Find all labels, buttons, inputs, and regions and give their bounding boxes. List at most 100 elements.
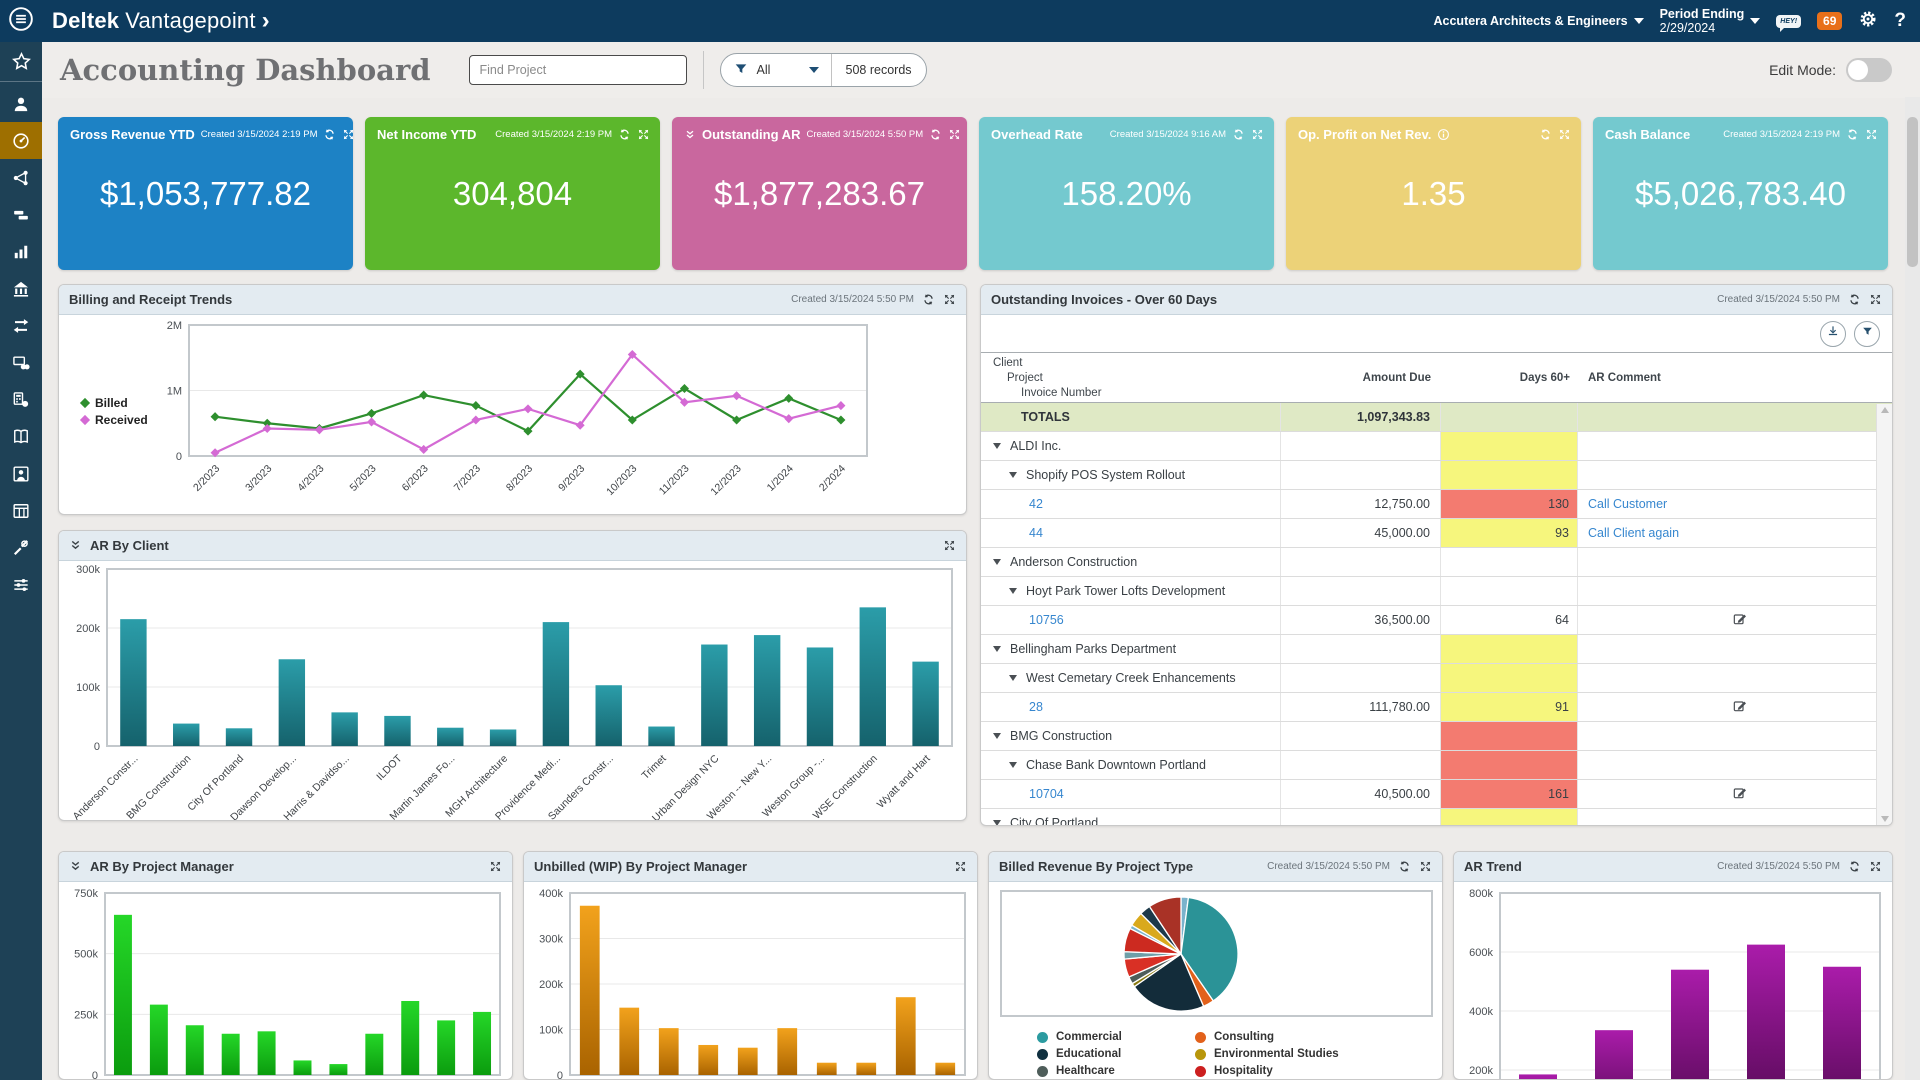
dashboard-filter[interactable]: All 508 records	[720, 53, 927, 87]
period-selector[interactable]: Period Ending2/29/2024	[1660, 7, 1761, 35]
column-header-client[interactable]: Client	[993, 356, 1281, 371]
expand-icon[interactable]	[637, 128, 650, 141]
refresh-icon[interactable]	[1539, 128, 1552, 141]
invoice-number-link[interactable]: 28	[1029, 700, 1043, 714]
collapse-chevron-icon[interactable]	[69, 539, 82, 552]
invoice-number-link[interactable]: 44	[1029, 526, 1043, 540]
table-row[interactable]: BMG Construction	[981, 722, 1892, 751]
expand-icon[interactable]	[1869, 293, 1882, 306]
expand-icon[interactable]	[954, 860, 967, 873]
expand-icon[interactable]	[1865, 128, 1878, 141]
company-selector[interactable]: Accutera Architects & Engineers	[1434, 14, 1644, 28]
invoice-number-link[interactable]: 42	[1029, 497, 1043, 511]
row-collapse-caret[interactable]	[1009, 472, 1017, 478]
kpi-card-outstanding-ar[interactable]: Outstanding ARCreated 3/15/2024 5:50 PM$…	[672, 117, 967, 270]
menu-icon[interactable]	[8, 6, 34, 37]
export-icon[interactable]	[1826, 324, 1840, 343]
edit-comment-icon[interactable]	[1732, 785, 1748, 804]
kpi-card-op-profit-on-net-rev-[interactable]: Op. Profit on Net Rev.1.35	[1286, 117, 1581, 270]
sidebar-item-billing[interactable]	[0, 344, 42, 381]
kpi-card-gross-revenue-ytd[interactable]: Gross Revenue YTDCreated 3/15/2024 2:19 …	[58, 117, 353, 270]
table-row[interactable]: Bellingham Parks Department	[981, 635, 1892, 664]
table-row[interactable]: 28111,780.0091	[981, 693, 1892, 722]
expand-icon[interactable]	[1558, 128, 1571, 141]
row-collapse-caret[interactable]	[1009, 675, 1017, 681]
table-row[interactable]: City Of Portland	[981, 809, 1892, 826]
table-row[interactable]: West Cemetary Creek Enhancements	[981, 664, 1892, 693]
find-project-input[interactable]	[469, 55, 687, 85]
sidebar-item-projects[interactable]	[0, 196, 42, 233]
row-collapse-caret[interactable]	[993, 646, 1001, 652]
row-collapse-caret[interactable]	[993, 559, 1001, 565]
ar-comment-link[interactable]: Call Client again	[1588, 526, 1679, 540]
sidebar-item-resource-management[interactable]	[0, 455, 42, 492]
edit-comment-icon[interactable]	[1732, 698, 1748, 717]
table-row[interactable]: ALDI Inc.	[981, 432, 1892, 461]
invoice-number-link[interactable]: 10756	[1029, 613, 1064, 627]
column-header-project[interactable]: Project	[993, 371, 1281, 386]
expand-icon[interactable]	[943, 293, 956, 306]
gear-icon[interactable]	[1858, 9, 1878, 34]
invoice-number-link[interactable]: 10704	[1029, 787, 1064, 801]
sidebar-item-my-stuff[interactable]	[0, 85, 42, 122]
refresh-icon[interactable]	[1846, 128, 1859, 141]
expand-icon[interactable]	[1419, 860, 1432, 873]
sidebar-item-collaboration[interactable]	[0, 159, 42, 196]
sidebar-item-dashboards[interactable]	[0, 122, 42, 159]
expand-icon[interactable]	[1251, 128, 1264, 141]
expand-icon[interactable]	[489, 860, 502, 873]
row-collapse-caret[interactable]	[1009, 762, 1017, 768]
messages-icon[interactable]: HEY!	[1776, 15, 1801, 28]
sidebar-item-ledger[interactable]	[0, 418, 42, 455]
edit-comment-icon[interactable]	[1732, 611, 1748, 630]
table-row[interactable]: 4445,000.0093Call Client again	[981, 519, 1892, 548]
info-icon[interactable]	[1437, 128, 1450, 141]
kpi-card-net-income-ytd[interactable]: Net Income YTDCreated 3/15/2024 2:19 PM3…	[365, 117, 660, 270]
table-row[interactable]: 4212,750.00130Call Customer	[981, 490, 1892, 519]
sidebar-item-reports[interactable]	[0, 233, 42, 270]
refresh-icon[interactable]	[1848, 860, 1861, 873]
sidebar-item-purchasing[interactable]	[0, 492, 42, 529]
column-header-amount-due[interactable]: Amount Due	[1281, 353, 1441, 402]
row-collapse-caret[interactable]	[1009, 588, 1017, 594]
expand-icon[interactable]	[342, 128, 355, 141]
notification-badge[interactable]: 69	[1817, 12, 1842, 30]
expand-icon[interactable]	[948, 128, 961, 141]
column-header-ar-comment[interactable]: AR Comment	[1578, 353, 1876, 402]
refresh-icon[interactable]	[618, 128, 631, 141]
row-collapse-caret[interactable]	[993, 733, 1001, 739]
refresh-icon[interactable]	[922, 293, 935, 306]
table-row[interactable]: 1075636,500.0064	[981, 606, 1892, 635]
refresh-icon[interactable]	[1848, 293, 1861, 306]
kpi-card-cash-balance[interactable]: Cash BalanceCreated 3/15/2024 2:19 PM$5,…	[1593, 117, 1888, 270]
sidebar-item-transactions[interactable]	[0, 307, 42, 344]
table-row[interactable]: 1070440,500.00161	[981, 780, 1892, 809]
column-header-invoice-number[interactable]: Invoice Number	[993, 386, 1281, 401]
collapse-chevron-icon[interactable]	[684, 129, 696, 141]
table-row[interactable]: Shopify POS System Rollout	[981, 461, 1892, 490]
table-row[interactable]: Chase Bank Downtown Portland	[981, 751, 1892, 780]
grid-filter-icon[interactable]	[1861, 325, 1874, 343]
column-header-days-60[interactable]: Days 60+	[1441, 353, 1578, 402]
sidebar-item-expenses[interactable]	[0, 381, 42, 418]
table-scrollbar[interactable]	[1876, 404, 1892, 825]
help-icon[interactable]: ?	[1894, 10, 1906, 32]
refresh-icon[interactable]	[1398, 860, 1411, 873]
sidebar-item-settings[interactable]	[0, 566, 42, 603]
refresh-icon[interactable]	[1232, 128, 1245, 141]
refresh-icon[interactable]	[323, 128, 336, 141]
ar-comment-link[interactable]: Call Customer	[1588, 497, 1667, 511]
row-collapse-caret[interactable]	[993, 443, 1001, 449]
edit-mode-toggle[interactable]	[1846, 58, 1892, 82]
row-collapse-caret[interactable]	[993, 820, 1001, 826]
expand-icon[interactable]	[1869, 860, 1882, 873]
kpi-card-overhead-rate[interactable]: Overhead RateCreated 3/15/2024 9:16 AM15…	[979, 117, 1274, 270]
table-row[interactable]: Anderson Construction	[981, 548, 1892, 577]
refresh-icon[interactable]	[929, 128, 942, 141]
sidebar-item-utilities[interactable]	[0, 529, 42, 566]
sidebar-item-accounting[interactable]	[0, 270, 42, 307]
collapse-chevron-icon[interactable]	[69, 860, 82, 873]
page-scrollbar[interactable]	[1905, 97, 1920, 1080]
sidebar-item-favorites[interactable]	[0, 42, 42, 82]
expand-icon[interactable]	[943, 539, 956, 552]
